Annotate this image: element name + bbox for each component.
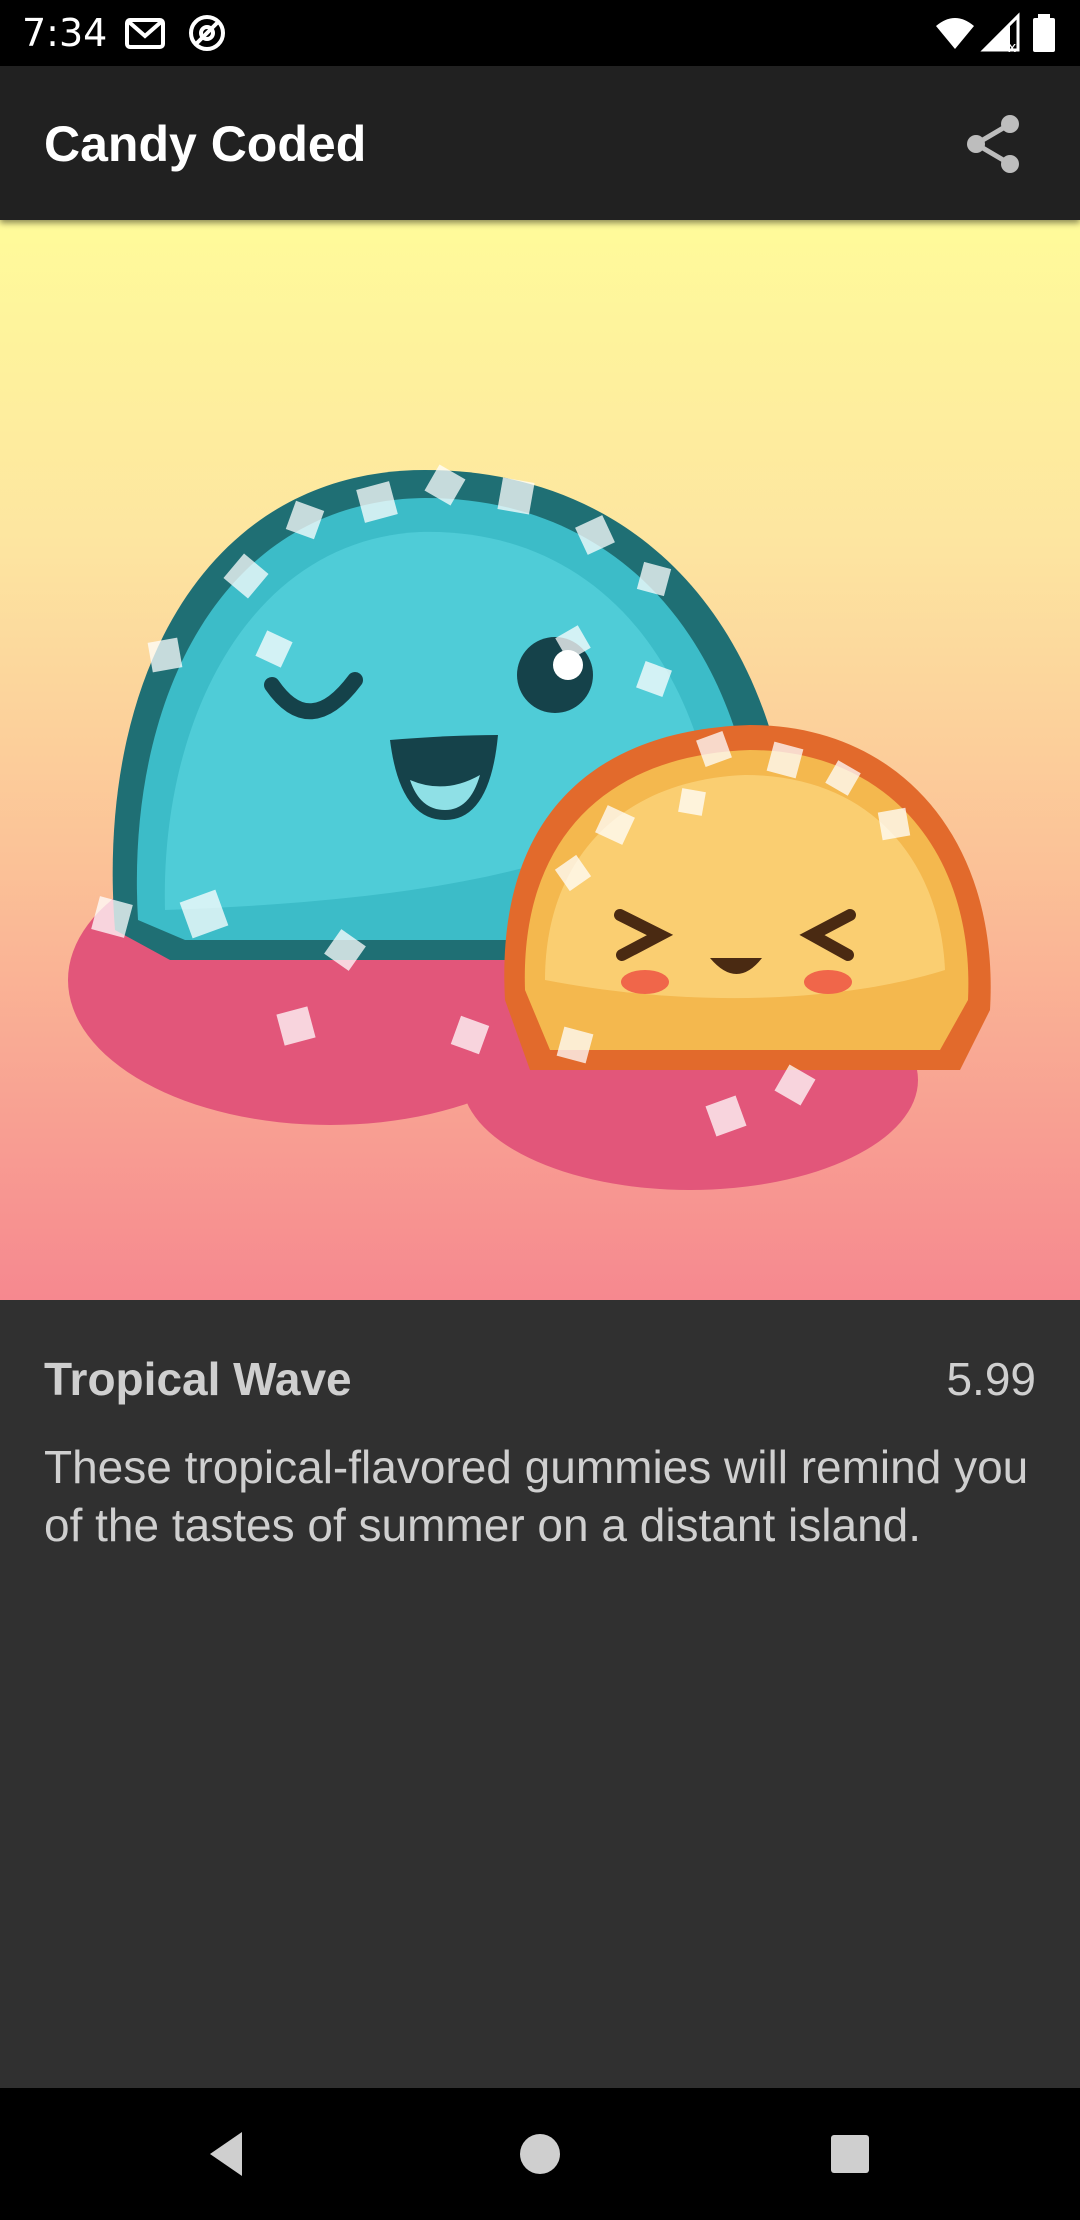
- candy-details: Tropical Wave 5.99 These tropical-flavor…: [0, 1300, 1080, 2088]
- share-button[interactable]: [956, 106, 1032, 182]
- app-title: Candy Coded: [44, 116, 367, 172]
- candy-description: These tropical-flavored gummies will rem…: [44, 1441, 1029, 1551]
- back-icon: [210, 2132, 242, 2176]
- candy-image: [0, 220, 1080, 1300]
- wifi-icon: [934, 12, 976, 54]
- recents-icon: [831, 2135, 869, 2173]
- battery-icon: [1030, 12, 1058, 54]
- recents-button[interactable]: [818, 2122, 882, 2186]
- home-icon: [520, 2134, 560, 2174]
- at-sign-icon: [186, 12, 228, 54]
- screen: 7:34 x Candy Coded Tropical Wave 5.99 Th…: [0, 0, 1080, 2220]
- candy-name: Tropical Wave: [44, 1353, 352, 1405]
- gmail-icon: [124, 12, 166, 54]
- status-time: 7:34: [22, 11, 108, 55]
- signal-icon: x: [980, 12, 1022, 56]
- home-button[interactable]: [508, 2122, 572, 2186]
- navigation-bar: [0, 2088, 1080, 2220]
- back-button[interactable]: [196, 2122, 260, 2186]
- status-bar: 7:34 x: [0, 0, 1080, 66]
- app-bar: Candy Coded: [0, 66, 1080, 220]
- candy-price: 5.99: [946, 1353, 1036, 1405]
- svg-text:x: x: [1008, 40, 1016, 54]
- share-icon: [967, 115, 1019, 173]
